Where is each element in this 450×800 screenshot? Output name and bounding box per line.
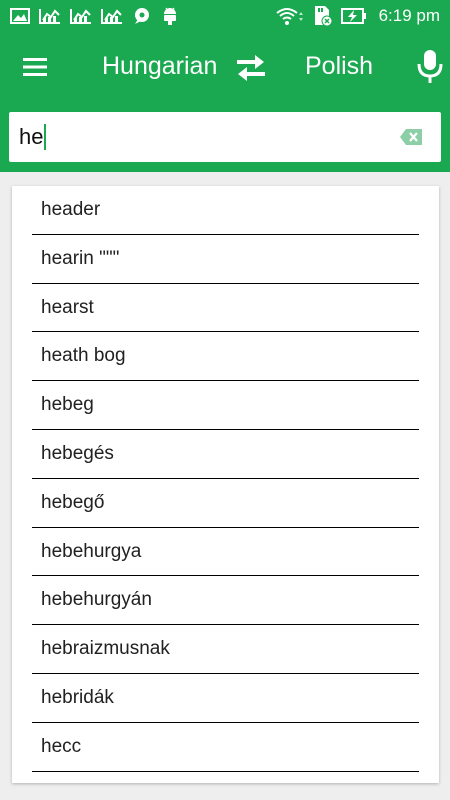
suggestion-label: header <box>41 199 101 220</box>
suggestion-label: hearst <box>41 296 94 318</box>
sd-card-icon <box>311 5 333 27</box>
backspace-icon <box>400 129 422 145</box>
list-item[interactable]: header <box>32 186 419 235</box>
android-icon <box>161 6 179 26</box>
suggestion-label: hebridák <box>41 686 114 708</box>
swap-languages-button[interactable] <box>234 52 268 84</box>
mic-icon <box>417 50 443 83</box>
suggestion-label: hebegő <box>41 491 105 513</box>
list-item[interactable]: hebehurgya <box>32 528 419 577</box>
notification-icons <box>10 6 179 26</box>
source-language-button[interactable]: Hungarian <box>102 52 217 81</box>
suggestion-label: heath bog <box>41 345 126 367</box>
status-bar: 6:19 pm <box>0 0 450 32</box>
chart-icon <box>39 8 61 24</box>
suggestion-label: hebehurgya <box>41 540 142 562</box>
battery-charging-icon <box>340 7 367 25</box>
menu-button[interactable] <box>22 56 48 78</box>
search-area: he <box>0 104 450 172</box>
list-item[interactable]: hebehurgyán <box>32 576 419 626</box>
app-bar: Hungarian Polish <box>0 32 450 104</box>
suggestion-label: hearin """ <box>41 247 120 269</box>
chart-icon <box>70 8 92 24</box>
list-item[interactable]: heath bog <box>32 332 419 382</box>
list-item[interactable]: hebegés <box>32 430 419 479</box>
list-item[interactable]: hebridák <box>32 674 419 723</box>
list-item[interactable]: hebraizmusnak <box>32 625 419 674</box>
search-input[interactable]: he <box>19 124 47 150</box>
clear-search-button[interactable] <box>399 128 423 146</box>
system-icons: 6:19 pm <box>275 5 440 27</box>
swap-icon <box>237 55 265 81</box>
list-item[interactable]: hebeg <box>32 381 419 430</box>
suggestion-list: header hearin """ hearst heath bog hebeg… <box>12 186 439 783</box>
list-item[interactable]: hearin """ <box>32 235 419 284</box>
chat-icon <box>132 7 152 25</box>
suggestion-label: hecc <box>41 735 82 757</box>
list-item[interactable]: hearst <box>32 284 419 333</box>
target-language-button[interactable]: Polish <box>305 52 373 81</box>
list-item[interactable]: hebegő <box>32 479 419 528</box>
search-input-value: he <box>19 124 44 149</box>
suggestion-label: hebraizmusnak <box>41 638 170 660</box>
list-item[interactable]: hecc <box>32 723 419 772</box>
suggestion-label: hebeg <box>41 394 94 416</box>
suggestion-label: hebehurgyán <box>41 589 152 611</box>
wifi-icon <box>275 6 303 26</box>
menu-icon <box>23 58 47 76</box>
chart-icon <box>101 8 123 24</box>
text-caret <box>44 124 47 150</box>
image-icon <box>10 8 30 24</box>
clock: 6:19 pm <box>378 6 440 25</box>
suggestion-label: hebegés <box>41 442 114 464</box>
search-box[interactable]: he <box>9 112 441 162</box>
voice-input-button[interactable] <box>416 48 444 86</box>
